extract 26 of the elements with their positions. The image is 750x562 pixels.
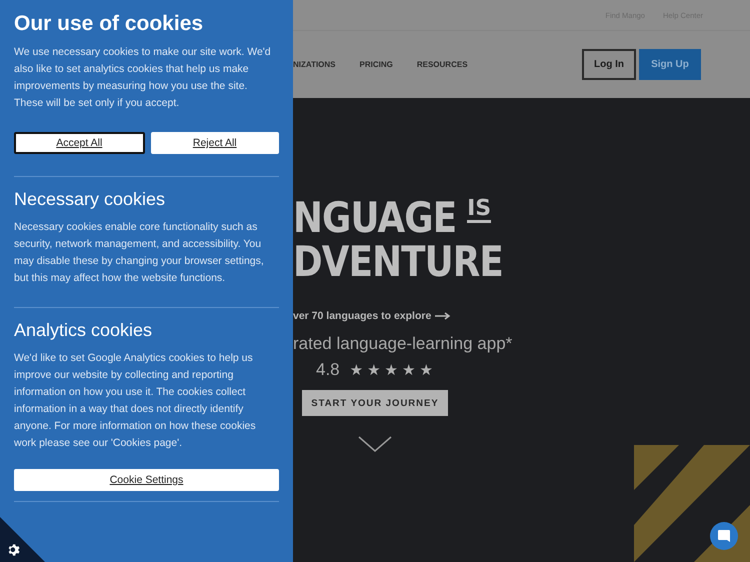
gear-icon[interactable] [7, 543, 21, 557]
cookie-title: Our use of cookies [14, 12, 204, 36]
hero-subtitle: rated language-learning app* [293, 334, 512, 354]
section-heading: Necessary cookies [14, 189, 166, 210]
chat-icon [717, 529, 731, 543]
chevron-down-icon[interactable] [358, 436, 392, 452]
section-text: Necessary cookies enable core functionality such as security, network management, and accessibility. You may disable these by changing your browser settings, but this may affect how the website functions. [14, 220, 265, 286]
login-button[interactable]: Log In [582, 49, 636, 80]
signup-button[interactable]: Sign Up [639, 49, 701, 80]
arrow-right-icon [435, 312, 452, 320]
nav-link[interactable]: RESOURCES [416, 60, 468, 69]
cookie-intro: We use necessary cookies to make our site work. We'd also like to set analytics cookies that help us make improvements by measuring how you use the site. These will be set only if you accept. [14, 45, 272, 111]
hero-headline-small: IS [467, 198, 492, 223]
rating-value: 4.8 [316, 360, 340, 380]
cookie-settings-button[interactable]: Cookie Settings [14, 469, 279, 491]
hero-headline: DVENTURE [293, 240, 503, 284]
consent-button[interactable]: Accept All [14, 132, 144, 154]
section-text: We'd like to set Google Analytics cookies to help us improve our website by collecting and reporting information on how you use it. The cookies collect information in a way that does not directly identify anyone. For more information on how these cookies work please see our 'Cookies page'. [14, 351, 257, 451]
nav-link[interactable]: PRICING [360, 60, 393, 69]
start-journey-button[interactable]: START YOUR JOURNEY [302, 390, 448, 416]
languages-link[interactable]: ver 70 languages to explore [293, 310, 452, 322]
star-rating: ★ ★ ★ ★ ★ [350, 361, 433, 379]
hero-headline: NGUAGE [293, 196, 456, 240]
nav-link[interactable]: NIZATIONS [293, 60, 336, 69]
section-heading: Analytics cookies [14, 320, 154, 341]
consent-button[interactable]: Reject All [150, 132, 279, 154]
